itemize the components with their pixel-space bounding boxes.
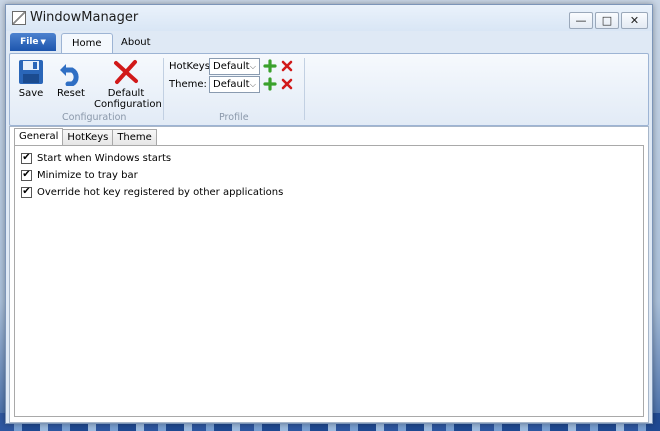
option-minimize-to-tray-label: Minimize to tray bar: [37, 169, 138, 181]
window-title: WindowManager: [30, 10, 139, 25]
maximize-icon: □: [601, 14, 613, 27]
option-start-with-windows[interactable]: ✔ Start when Windows starts: [21, 151, 171, 165]
option-minimize-to-tray[interactable]: ✔ Minimize to tray bar: [21, 168, 138, 182]
minimize-icon: —: [575, 14, 587, 27]
save-button[interactable]: Save: [16, 58, 46, 99]
group-separator: [304, 58, 305, 120]
file-menu-button[interactable]: File ▼: [10, 33, 56, 51]
window-controls: — □ ✕: [567, 12, 648, 29]
chevron-down-icon: ▼: [40, 38, 46, 46]
minimize-button[interactable]: —: [569, 12, 593, 29]
tab-general[interactable]: General: [14, 128, 64, 145]
file-menu-label: File: [20, 37, 39, 47]
default-configuration-label-line2: Configuration: [94, 99, 162, 110]
group-separator: [163, 58, 164, 120]
floppy-disk-icon: [19, 60, 43, 84]
undo-arrow-icon: [60, 64, 79, 86]
default-configuration-label-line1: Default: [107, 88, 145, 99]
theme-profile-row: Theme: Default ⌵: [169, 74, 294, 94]
red-x-icon[interactable]: [280, 59, 294, 73]
general-panel: ✔ Start when Windows starts ✔ Minimize t…: [14, 145, 644, 417]
checkbox-checked-icon[interactable]: ✔: [21, 152, 32, 164]
green-plus-icon[interactable]: [263, 77, 277, 91]
maximize-button[interactable]: □: [595, 12, 619, 29]
settings-content: General HotKeys Theme ✔ Start when Windo…: [9, 126, 649, 423]
chevron-down-icon: ⌵: [249, 79, 256, 89]
close-icon: ✕: [629, 14, 640, 27]
hotkeys-profile-select[interactable]: Default ⌵: [209, 57, 260, 75]
theme-profile-label: Theme:: [169, 78, 207, 90]
reset-label: Reset: [57, 88, 85, 99]
reset-button[interactable]: Reset: [54, 58, 88, 99]
app-icon: [12, 11, 26, 25]
title-bar[interactable]: WindowManager — □ ✕: [6, 5, 652, 31]
hotkeys-profile-row: HotKeys: Default ⌵: [169, 56, 294, 76]
hotkeys-profile-value: Default: [213, 60, 250, 72]
group-label-configuration: Configuration: [62, 112, 127, 123]
tab-theme[interactable]: Theme: [112, 129, 157, 145]
ribbon-tabs: File ▼ Home About: [6, 31, 652, 55]
tab-home[interactable]: Home: [61, 33, 113, 55]
app-window: WindowManager — □ ✕ File ▼ Home About Sa…: [5, 4, 653, 424]
theme-profile-select[interactable]: Default ⌵: [209, 75, 260, 93]
tab-about[interactable]: About: [111, 33, 161, 53]
checkbox-checked-icon[interactable]: ✔: [21, 169, 32, 181]
hotkeys-profile-label: HotKeys:: [169, 60, 214, 72]
option-override-hotkey[interactable]: ✔ Override hot key registered by other a…: [21, 185, 283, 199]
chevron-down-icon: ⌵: [249, 61, 256, 71]
tab-hotkeys[interactable]: HotKeys: [62, 129, 114, 145]
save-label: Save: [18, 88, 44, 99]
group-label-profile: Profile: [219, 112, 249, 123]
ribbon-panel: Save Reset Default Configuration Configu…: [9, 53, 649, 126]
content-tabs: General HotKeys Theme: [14, 128, 157, 145]
green-plus-icon[interactable]: [263, 59, 277, 73]
red-x-icon: [114, 60, 138, 84]
default-configuration-button[interactable]: Default Configuration: [94, 58, 162, 110]
theme-profile-value: Default: [213, 78, 250, 90]
checkbox-checked-icon[interactable]: ✔: [21, 186, 32, 198]
red-x-icon[interactable]: [280, 77, 294, 91]
option-override-hotkey-label: Override hot key registered by other app…: [37, 186, 284, 198]
close-button[interactable]: ✕: [621, 12, 648, 29]
option-start-with-windows-label: Start when Windows starts: [37, 152, 172, 164]
